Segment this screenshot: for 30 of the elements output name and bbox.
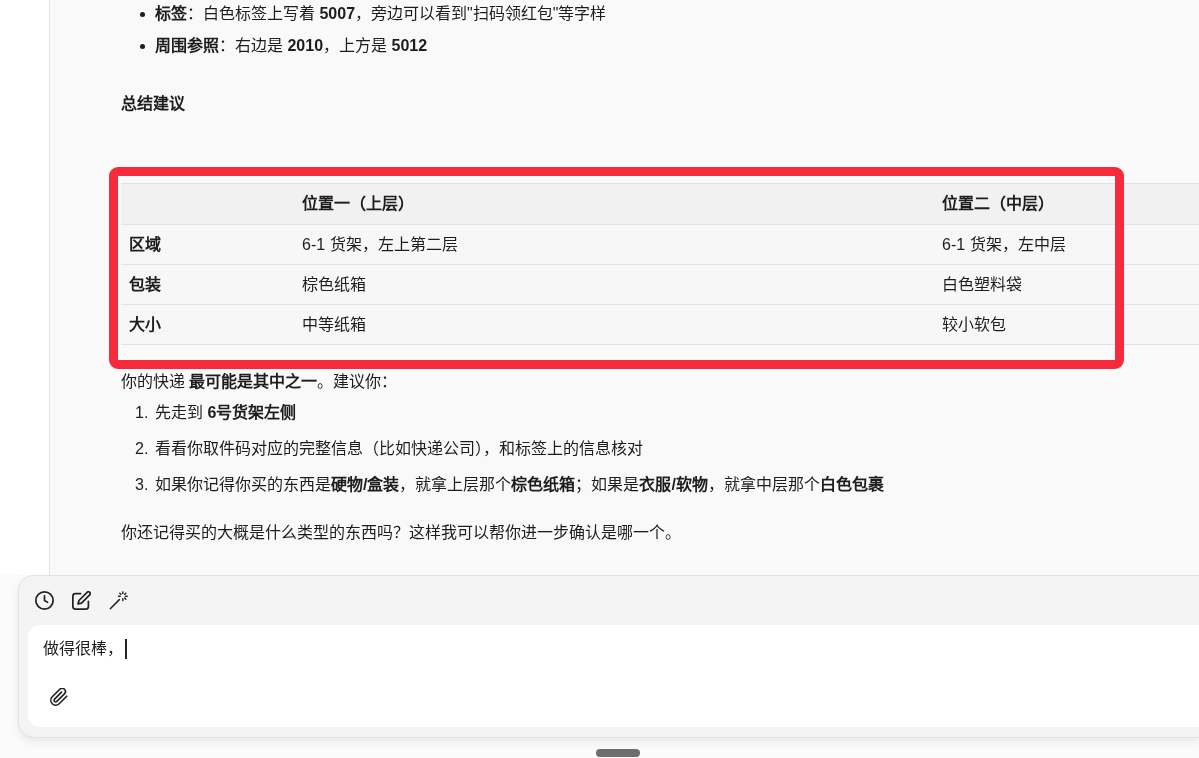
table-cell: 较小软包 <box>934 304 1199 345</box>
table-cell: 棕色纸箱 <box>294 264 934 305</box>
paperclip-icon[interactable] <box>50 688 68 706</box>
section-heading: 总结建议 <box>121 94 185 114</box>
list-number: 2. <box>135 439 150 459</box>
list-number: 1. <box>135 403 150 423</box>
message-input[interactable]: 做得很棒， <box>28 625 1199 727</box>
table-cell: 6-1 货架，左中层 <box>934 224 1199 265</box>
edit-icon[interactable] <box>72 590 91 610</box>
row-header: 区域 <box>121 224 294 265</box>
paragraph: 你的快递 最可能是其中之一。建议你： <box>121 371 398 392</box>
clock-icon[interactable] <box>35 590 54 610</box>
table-cell: 6-1 货架，左上第二层 <box>294 224 934 265</box>
list-item-text: 标签：白色标签上写着 5007，旁边可以看到"扫码领红包"等字样 <box>155 4 607 24</box>
column-header: 位置一（上层） <box>294 183 934 225</box>
list-item-text: 周围参照：右边是 2010，上方是 5012 <box>155 36 428 56</box>
paragraph: 你还记得买的大概是什么类型的东西吗？这样我可以帮你进一步确认是哪一个。 <box>121 523 681 543</box>
row-header: 包装 <box>121 264 294 305</box>
list-number: 3. <box>135 475 150 495</box>
table-cell: 中等纸箱 <box>294 304 934 345</box>
bullet-icon <box>140 43 145 49</box>
list-item-text: 看看你取件码对应的完整信息（比如快递公司），和标签上的信息核对 <box>155 439 643 459</box>
row-header: 大小 <box>121 304 294 345</box>
list-item-text: 如果你记得你买的东西是硬物/盒装，就拿上层那个棕色纸箱；如果是衣服/软物，就拿中层那个白色包裹 <box>155 475 884 495</box>
magic-wand-icon[interactable] <box>109 590 128 610</box>
list-item-text: 先走到 6号货架左侧 <box>155 403 297 423</box>
column-header: 位置二（中层） <box>934 183 1199 225</box>
table-cell: 白色塑料袋 <box>934 264 1199 305</box>
bullet-icon <box>140 11 145 17</box>
drag-handle[interactable] <box>596 749 640 757</box>
